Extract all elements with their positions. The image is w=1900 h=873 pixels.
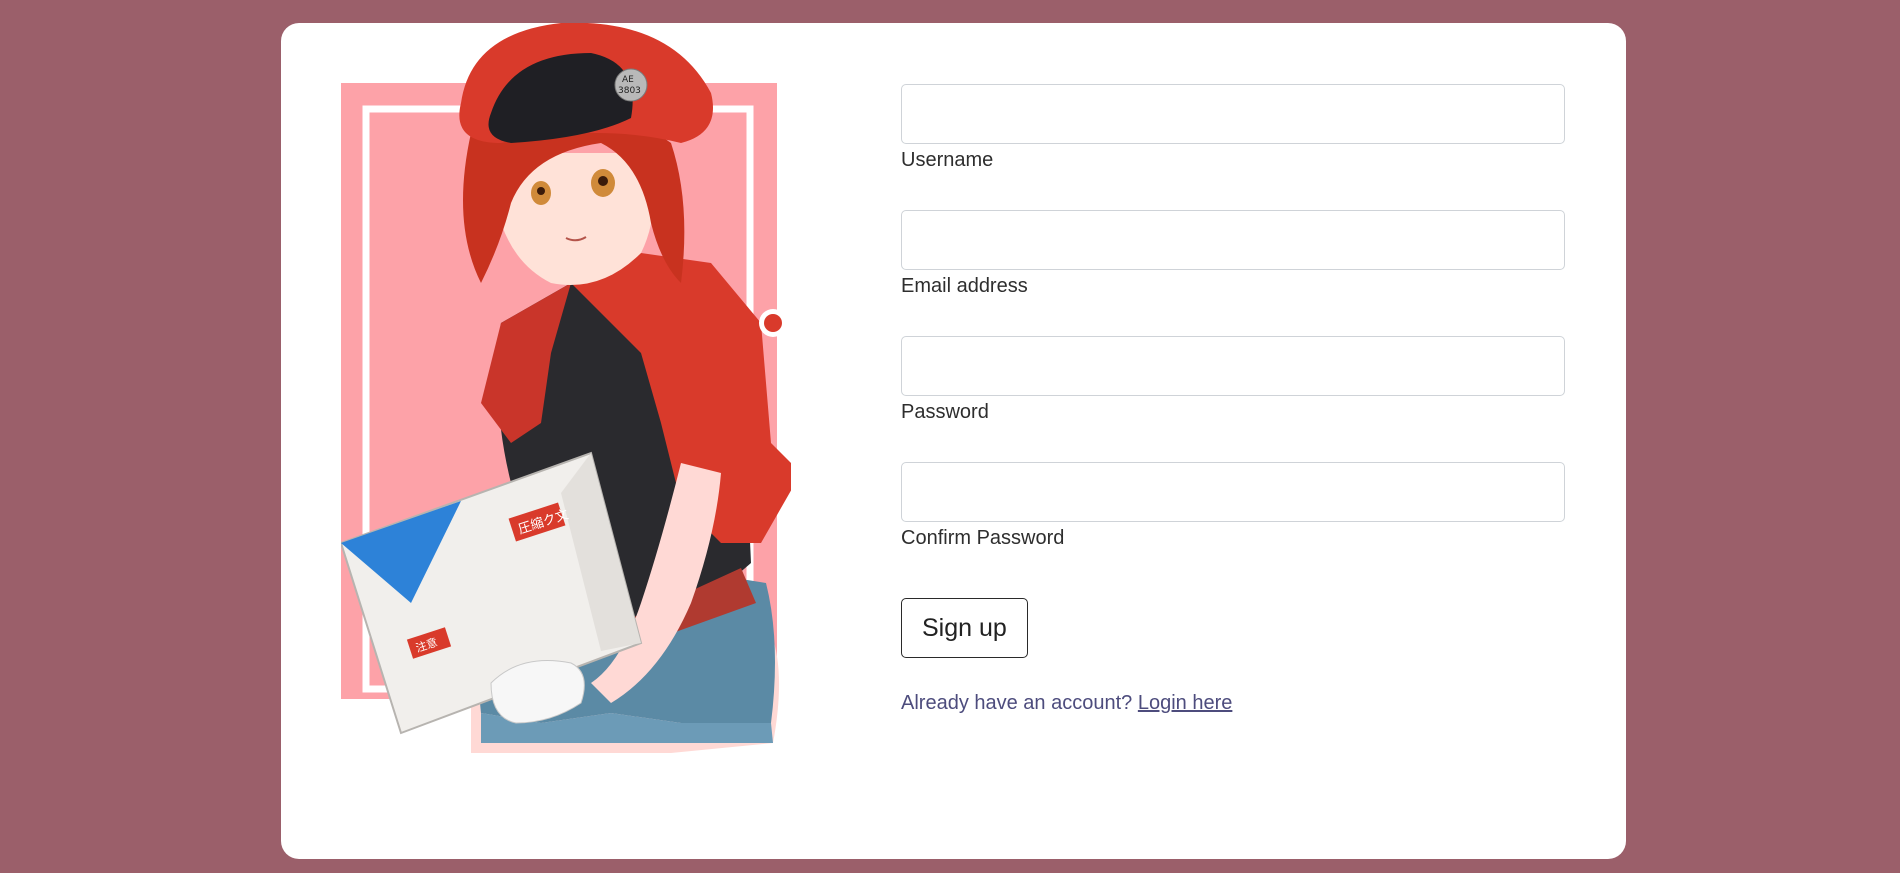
signup-form: Username Email address Password Confirm … (901, 84, 1565, 715)
username-input[interactable] (901, 84, 1565, 144)
login-prompt-line: Already have an account? Login here (901, 692, 1565, 715)
character-illustration: 圧縮ク文 注意 AE 3803 (341, 23, 791, 753)
confirm-password-field-group: Confirm Password (901, 462, 1565, 550)
email-input[interactable] (901, 210, 1565, 270)
confirm-password-input[interactable] (901, 462, 1565, 522)
confirm-password-label: Confirm Password (901, 527, 1065, 549)
password-label: Password (901, 401, 989, 423)
email-field-group: Email address (901, 210, 1565, 298)
login-link[interactable]: Login here (1138, 692, 1233, 714)
password-field-group: Password (901, 336, 1565, 424)
login-prompt-text: Already have an account? (901, 692, 1133, 714)
signup-button[interactable]: Sign up (901, 598, 1028, 658)
username-field-group: Username (901, 84, 1565, 172)
username-label: Username (901, 149, 994, 171)
signup-card: 圧縮ク文 注意 AE 3803 Username Email address P… (281, 23, 1626, 859)
email-label: Email address (901, 275, 1028, 297)
hat-badge-top: AE (622, 75, 634, 85)
hat-badge-bottom: 3803 (618, 86, 641, 96)
password-input[interactable] (901, 336, 1565, 396)
